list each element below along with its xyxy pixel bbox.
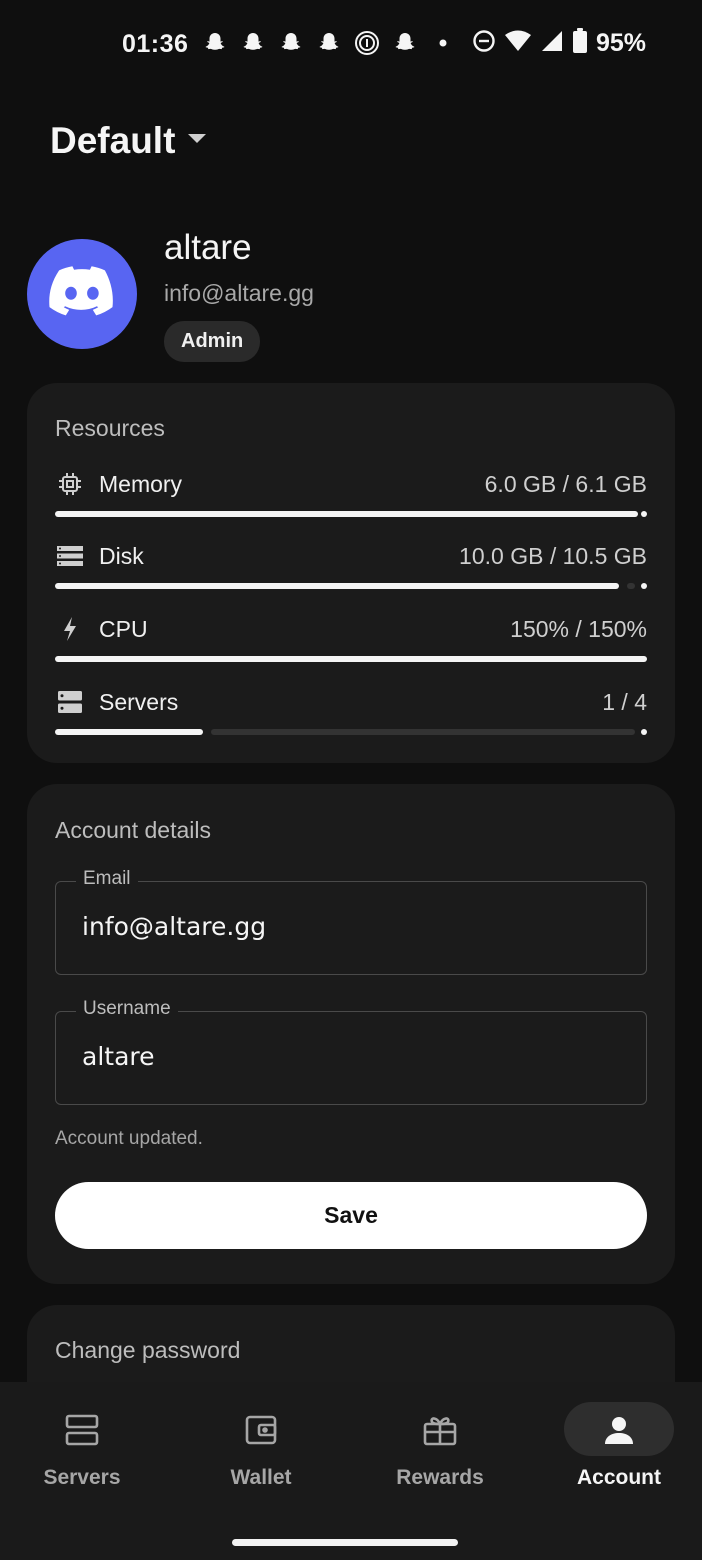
disk-icon (55, 541, 85, 571)
servers-icon (55, 687, 85, 717)
username-field-label: Username (76, 998, 178, 1020)
gift-icon (422, 1412, 458, 1448)
fingerprint-icon (354, 28, 380, 58)
snapchat-icon (316, 28, 342, 58)
snapchat-icon (202, 28, 228, 58)
resources-title: Resources (55, 415, 165, 441)
progress-bar (55, 656, 647, 662)
account-details-title: Account details (55, 817, 211, 843)
more-dot-icon (430, 28, 456, 58)
caret-down-icon (187, 132, 207, 150)
nav-label: Account (577, 1466, 661, 1489)
memory-chip-icon (55, 469, 85, 499)
profile-name: altare (164, 228, 252, 267)
notification-icons (202, 28, 456, 58)
resource-memory: Memory 6.0 GB / 6.1 GB (55, 469, 647, 529)
status-bar: 01:36 95% (0, 0, 702, 90)
snapchat-icon (240, 28, 266, 58)
battery-percent: 95% (595, 29, 646, 57)
progress-end-dot (641, 583, 647, 589)
do-not-disturb-icon (472, 29, 496, 58)
save-button[interactable]: Save (55, 1182, 647, 1249)
role-badge: Admin (164, 321, 261, 362)
progress-fill (55, 511, 638, 517)
resource-servers: Servers 1 / 4 (55, 687, 647, 747)
nav-label: Wallet (230, 1466, 292, 1489)
discord-icon (49, 265, 115, 323)
progress-remaining (211, 729, 635, 735)
resource-value: 10.0 GB / 10.5 GB (459, 543, 647, 569)
nav-label: Rewards (396, 1466, 484, 1489)
workspace-selector[interactable]: Default (50, 120, 207, 162)
progress-fill (55, 656, 647, 662)
resource-label: Servers (99, 689, 179, 715)
email-input[interactable] (82, 912, 622, 941)
resource-cpu: CPU 150% / 150% (55, 614, 647, 674)
progress-end-dot (641, 729, 647, 735)
resource-label: CPU (99, 616, 148, 642)
email-field-label: Email (76, 868, 138, 890)
progress-fill (55, 729, 203, 735)
signal-icon (540, 29, 564, 58)
username-field[interactable]: Username (55, 998, 647, 1105)
bottom-nav: Servers Wallet Rewards Account (0, 1382, 702, 1560)
resources-card: Resources Memory 6.0 GB / 6.1 GB Disk 10… (27, 383, 675, 763)
resource-label: Memory (99, 471, 183, 497)
account-screen: 01:36 95% Default altare info@altare.gg … (0, 0, 702, 1560)
status-time: 01:36 (122, 30, 189, 58)
nav-servers[interactable]: Servers (7, 1400, 157, 1500)
snapchat-icon (392, 28, 418, 58)
resource-value: 150% / 150% (510, 616, 647, 642)
snapchat-icon (278, 28, 304, 58)
resource-disk: Disk 10.0 GB / 10.5 GB (55, 541, 647, 601)
account-status-message: Account updated. (55, 1128, 203, 1149)
username-input[interactable] (82, 1042, 622, 1071)
nav-rewards[interactable]: Rewards (365, 1400, 515, 1500)
profile-email: info@altare.gg (164, 280, 314, 306)
person-icon (601, 1412, 637, 1448)
nav-label: Servers (43, 1466, 121, 1489)
wifi-icon (504, 29, 532, 58)
email-field[interactable]: Email (55, 868, 647, 975)
progress-end-dot (641, 511, 647, 517)
resource-label: Disk (99, 543, 144, 569)
progress-fill (55, 583, 619, 589)
wallet-icon (243, 1412, 279, 1448)
workspace-title: Default (50, 120, 176, 161)
progress-remaining (627, 583, 635, 589)
servers-icon (64, 1412, 100, 1448)
lightning-icon (55, 614, 85, 644)
resource-value: 6.0 GB / 6.1 GB (484, 471, 647, 497)
nav-account[interactable]: Account (544, 1400, 694, 1500)
battery-icon (572, 28, 588, 59)
progress-bar (55, 511, 647, 517)
resource-value: 1 / 4 (602, 689, 647, 715)
nav-wallet[interactable]: Wallet (186, 1400, 336, 1500)
progress-bar (55, 583, 647, 589)
progress-bar (55, 729, 647, 735)
avatar (27, 239, 137, 349)
home-indicator[interactable] (232, 1539, 458, 1546)
account-details-card: Account details Email Username Account u… (27, 784, 675, 1284)
change-password-title: Change password (55, 1337, 241, 1363)
status-right: 95% (472, 28, 646, 59)
